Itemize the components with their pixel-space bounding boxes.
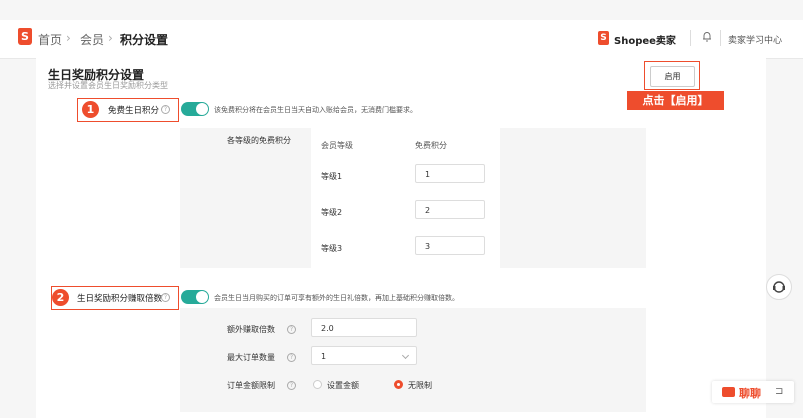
chat-label: 聊聊 — [739, 387, 761, 400]
option-unlimited-label: 无限制 — [408, 381, 432, 390]
breadcrumb-current: 积分设置 — [120, 33, 169, 47]
max-orders-label: 最大订单数量 — [227, 353, 275, 362]
step-badge: 1 — [82, 101, 99, 118]
chat-widget[interactable]: 聊聊 ⊐ — [712, 381, 794, 403]
max-orders-select[interactable]: 1 — [311, 346, 417, 365]
divider — [720, 30, 721, 46]
extra-multiplier-input[interactable]: 2.0 — [311, 318, 417, 337]
seller-center-name[interactable]: Shopee卖家 — [614, 32, 676, 47]
breadcrumb-member[interactable]: 会员 — [80, 31, 104, 48]
free-birthday-points-description: 该免费积分将在会员生日当天自动入账给会员，无消费门槛要求。 — [214, 106, 417, 114]
max-orders-value: 1 — [321, 352, 327, 361]
birthday-points-settings-panel: 生日奖励积分设置 选择并设置会员生日奖励积分类型 启用 点击【启用】 1 免费生… — [36, 58, 766, 418]
table-row-level: 等级2 — [321, 208, 343, 217]
help-icon[interactable]: ? — [287, 325, 296, 334]
points-by-level-area: 各等级的免费积分 会员等级 免费积分 等级1 1 等级2 2 等级3 3 — [180, 128, 646, 268]
table-row-level: 等级1 — [321, 172, 343, 181]
divider — [690, 30, 691, 46]
birthday-multiplier-description: 会员生日当月购买的订单可享有额外的生日礼倍数，再加上基础积分赚取倍数。 — [214, 294, 459, 302]
table-header-level: 会员等级 — [321, 141, 353, 150]
help-icon[interactable]: ? — [287, 381, 296, 390]
extra-multiplier-label: 额外赚取倍数 — [227, 325, 275, 334]
radio-unlimited[interactable] — [394, 380, 403, 389]
shopee-logo-icon[interactable]: S — [18, 28, 32, 45]
chat-bubble-icon — [722, 387, 735, 397]
level1-points-input[interactable]: 1 — [415, 164, 485, 183]
top-navigation-bar: S 首页 › 会员 › 积分设置 S Shopee卖家 卖家学习中心 — [0, 20, 803, 59]
shopee-seller-logo-icon: S — [598, 31, 609, 45]
level3-points-input[interactable]: 3 — [415, 236, 485, 255]
collapse-icon[interactable]: ⊐ — [775, 386, 783, 397]
breadcrumb-home[interactable]: 首页 — [38, 31, 62, 48]
table-header-points: 免费积分 — [415, 141, 447, 150]
breadcrumb-separator: › — [108, 31, 113, 45]
side-float-button[interactable] — [766, 274, 792, 300]
points-by-level-label: 各等级的免费积分 — [227, 136, 291, 145]
birthday-multiplier-label: 生日奖励积分赚取倍数 — [77, 294, 163, 304]
option-set-amount-label: 设置金额 — [327, 381, 359, 390]
level2-points-input[interactable]: 2 — [415, 200, 485, 219]
free-birthday-points-toggle[interactable] — [181, 102, 209, 116]
headset-icon — [773, 281, 785, 293]
points-table: 会员等级 免费积分 等级1 1 等级2 2 等级3 3 — [311, 128, 500, 268]
seller-learning-center-link[interactable]: 卖家学习中心 — [728, 33, 782, 46]
page-subtitle: 选择并设置会员生日奖励积分类型 — [48, 81, 168, 90]
help-icon[interactable]: ? — [161, 105, 170, 114]
multiplier-settings-area: 额外赚取倍数 ? 2.0 最大订单数量 ? 1 订单金额限制 ? 设置金额 无限… — [180, 308, 646, 412]
breadcrumb-separator: › — [66, 31, 71, 45]
help-icon[interactable]: ? — [287, 353, 296, 362]
help-icon[interactable]: ? — [161, 293, 170, 302]
step-badge: 2 — [52, 289, 69, 306]
birthday-multiplier-toggle[interactable] — [181, 290, 209, 304]
radio-set-amount[interactable] — [313, 380, 322, 389]
callout-click-enable: 点击【启用】 — [627, 91, 724, 110]
enable-button[interactable]: 启用 — [650, 66, 695, 87]
free-birthday-points-label: 免费生日积分 — [108, 106, 160, 116]
bell-icon[interactable] — [702, 31, 712, 42]
chevron-down-icon — [401, 351, 410, 360]
amount-limit-label: 订单金额限制 — [227, 381, 275, 390]
table-row-level: 等级3 — [321, 244, 343, 253]
